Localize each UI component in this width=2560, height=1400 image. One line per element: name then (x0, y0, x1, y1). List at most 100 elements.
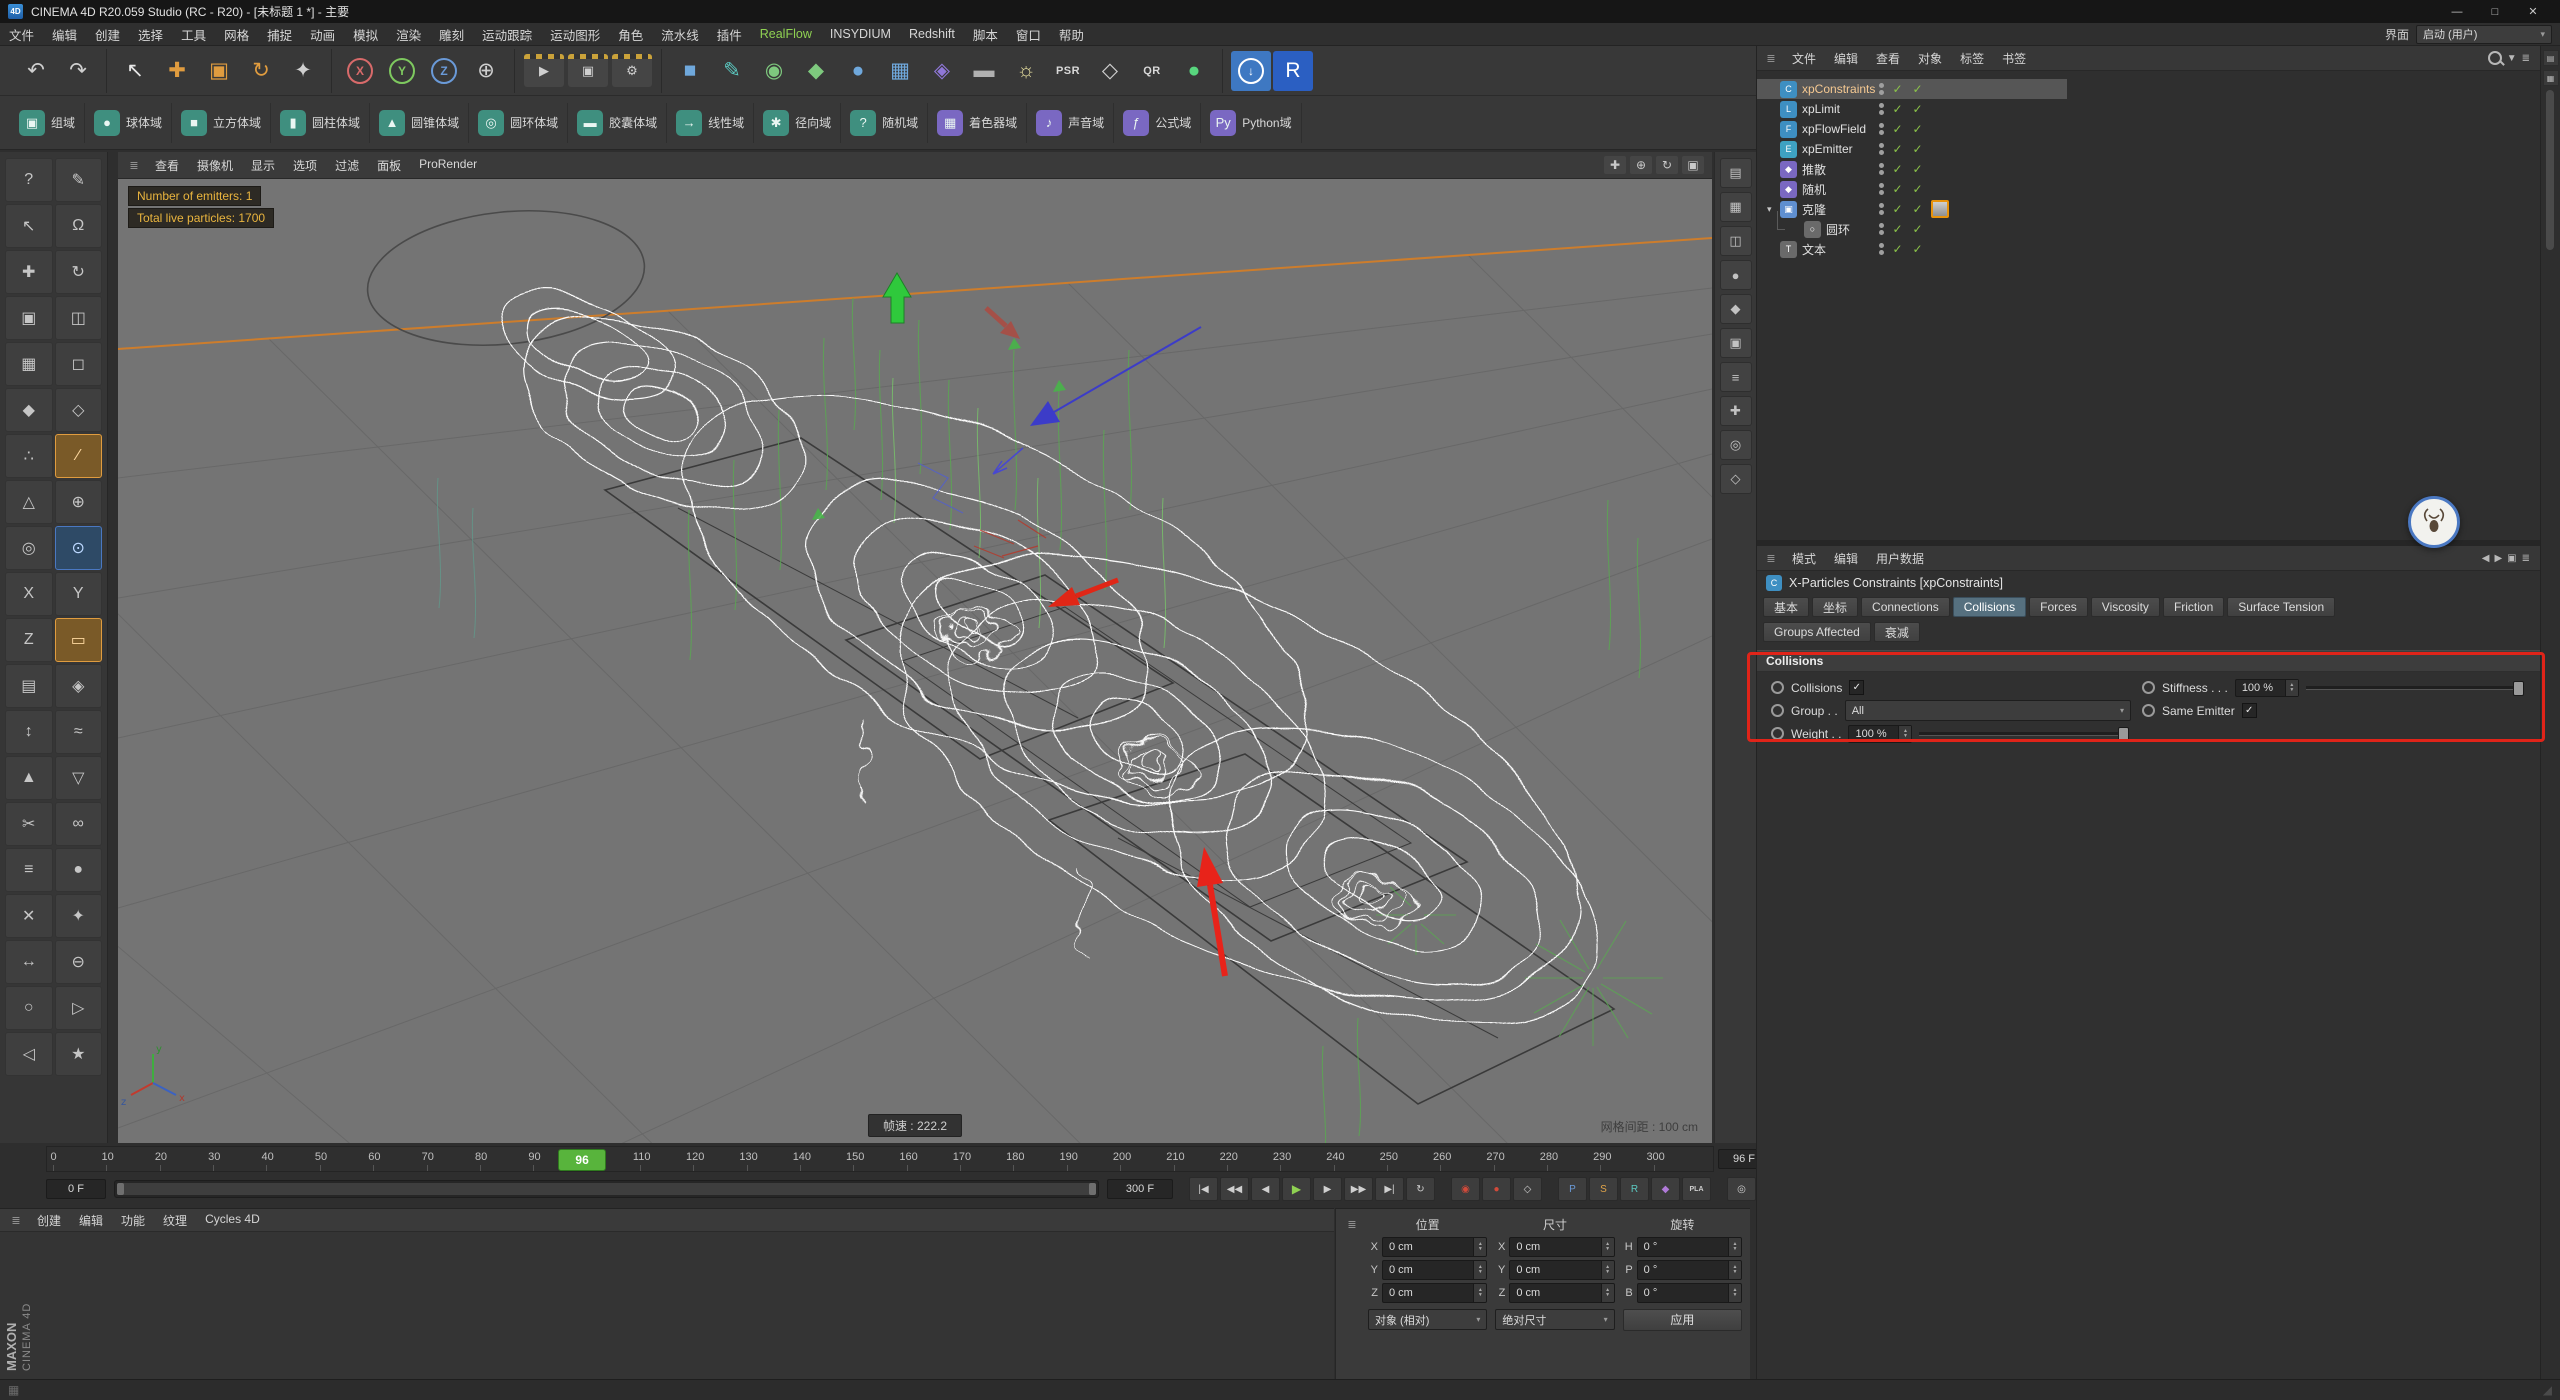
object-name[interactable]: xpConstraints (1802, 82, 1875, 96)
move-axis-icon[interactable]: ✚ (5, 250, 53, 294)
field-button[interactable]: → 线性域 (667, 103, 754, 143)
scale-axis-icon[interactable]: ▣ (5, 296, 53, 340)
layout-select[interactable]: 启动 (用户)▾ (2416, 25, 2552, 44)
size-field[interactable]: 0 cm▲▼ (1509, 1237, 1614, 1257)
undo-icon[interactable]: ↶ (16, 51, 56, 91)
snapshot-icon[interactable]: ▣ (1720, 328, 1752, 358)
goto-start-button[interactable]: |◀ (1189, 1177, 1218, 1201)
menu-item[interactable]: 工具 (172, 23, 215, 45)
object-name[interactable]: xpFlowField (1802, 122, 1866, 136)
am-panel-menu-icon[interactable]: ≣ (2522, 553, 2530, 564)
object-row[interactable]: ◆ 推散 ✓ ✓ (1757, 159, 2067, 179)
timeline-tick[interactable]: 10 (106, 1147, 159, 1171)
menu-item[interactable]: Redshift (900, 23, 964, 45)
lock-x-icon[interactable]: X (5, 572, 53, 616)
object-row[interactable]: ○ 圆环 ✓ ✓ (1757, 219, 2091, 239)
keyframe-circle-icon[interactable] (2142, 704, 2155, 717)
object-name[interactable]: xpEmitter (1802, 142, 1853, 156)
range-bar[interactable] (117, 1183, 1096, 1195)
key-rotation-toggle[interactable]: R (1620, 1177, 1649, 1201)
attribute-tab[interactable]: Forces (2029, 597, 2088, 617)
collisions-checkbox[interactable]: ✓ (1849, 680, 1864, 695)
render-view-icon[interactable]: ▶ (524, 54, 564, 87)
visibility-dots[interactable] (1879, 101, 1884, 117)
key-position-toggle[interactable]: P (1558, 1177, 1587, 1201)
timeline-tick[interactable]: 50 (320, 1147, 373, 1171)
am-back-icon[interactable]: ◀ (2482, 553, 2490, 564)
spinner-icon[interactable]: ▲▼ (1473, 1261, 1486, 1279)
extrude-icon[interactable]: ▲ (5, 756, 53, 800)
timeline-tick[interactable]: 300 (1654, 1147, 1707, 1171)
spinner-icon[interactable]: ▲▼ (1728, 1284, 1741, 1302)
visibility-dots[interactable] (1879, 81, 1884, 97)
field-button[interactable]: ■ 立方体域 (172, 103, 271, 143)
enable-check-2[interactable]: ✓ (1911, 142, 1924, 156)
spinner-icon[interactable]: ▲▼ (1473, 1238, 1486, 1256)
points-mode-icon[interactable]: ∴ (5, 434, 53, 478)
weight-slider[interactable] (1919, 726, 2129, 741)
zoom-view-icon[interactable]: ⊕ (1630, 156, 1652, 174)
field-button[interactable]: ▮ 圆柱体域 (271, 103, 370, 143)
field-button[interactable]: ♪ 声音域 (1027, 103, 1114, 143)
timeline-tick[interactable]: 0 (53, 1147, 106, 1171)
range-end-field[interactable]: 300 F (1107, 1179, 1173, 1199)
spinner-icon[interactable]: ▲▼ (1898, 726, 1911, 742)
slider-handle[interactable] (2513, 681, 2524, 696)
psr-icon[interactable]: PSR (1048, 51, 1088, 91)
xpresso-icon[interactable]: ◎ (1720, 430, 1752, 460)
object-name[interactable]: 克隆 (1802, 201, 1826, 218)
enable-check-2[interactable]: ✓ (1911, 182, 1924, 196)
rotate-axis-icon[interactable]: ↻ (55, 250, 103, 294)
menu-item[interactable]: 运动跟踪 (473, 23, 541, 45)
om-menu-item[interactable]: 对象 (1909, 50, 1951, 67)
maximize-view-icon[interactable]: ▣ (1682, 156, 1704, 174)
optimize-icon[interactable]: ✦ (55, 894, 103, 938)
viewport-menu-item[interactable]: ProRender (410, 157, 486, 174)
object-row[interactable]: L xpLimit ✓ ✓ (1757, 99, 2067, 119)
enable-check-2[interactable]: ✓ (1911, 242, 1924, 256)
stiffness-field[interactable]: 100 %▲▼ (2235, 679, 2299, 697)
array-tool-icon[interactable]: ▦ (880, 51, 920, 91)
maximize-button[interactable]: □ (2476, 0, 2514, 23)
coords-size-dropdown[interactable]: 绝对尺寸▾ (1495, 1309, 1614, 1330)
position-field[interactable]: 0 cm▲▼ (1382, 1260, 1487, 1280)
attribute-tab[interactable]: 基本 (1763, 597, 1809, 617)
phong-icon[interactable]: ◁ (5, 1032, 53, 1076)
enable-axis-icon[interactable]: ⊕ (55, 480, 103, 524)
glass-sphere-icon[interactable]: ● (1174, 51, 1214, 91)
visibility-dots[interactable] (1879, 121, 1884, 137)
workplane-icon[interactable]: ▭ (55, 618, 103, 662)
live-selection-icon[interactable]: ↖ (115, 51, 155, 91)
field-button[interactable]: Py Python域 (1201, 103, 1301, 143)
spinner-icon[interactable]: ▲▼ (1601, 1284, 1614, 1302)
goto-end-button[interactable]: ▶| (1375, 1177, 1404, 1201)
enable-check-2[interactable]: ✓ (1911, 122, 1924, 136)
object-name[interactable]: xpLimit (1802, 102, 1840, 116)
layers-dock-icon[interactable]: ▤ (1720, 158, 1752, 188)
visibility-dots[interactable] (1879, 181, 1884, 197)
menu-item[interactable]: 帮助 (1050, 23, 1093, 45)
position-field[interactable]: 0 cm▲▼ (1382, 1237, 1487, 1257)
normals-icon[interactable]: ▷ (55, 986, 103, 1030)
play-button[interactable]: ▶ (1282, 1177, 1311, 1201)
object-name[interactable]: 文本 (1802, 241, 1826, 258)
brush-icon[interactable]: ✎ (55, 158, 103, 202)
layout-tab-icon[interactable]: ▤ (2543, 50, 2559, 66)
rotation-field[interactable]: 0 °▲▼ (1637, 1260, 1742, 1280)
menu-item[interactable]: 渲染 (387, 23, 430, 45)
preview-range-slider[interactable] (114, 1180, 1099, 1198)
material-menu-item[interactable]: Cycles 4D (196, 1212, 269, 1229)
close-button[interactable]: ✕ (2514, 0, 2552, 23)
timeline-tick[interactable]: 80 (480, 1147, 533, 1171)
take-manager-icon[interactable]: ● (1720, 260, 1752, 290)
key-scale-toggle[interactable]: S (1589, 1177, 1618, 1201)
spline-pen-icon[interactable]: ✎ (712, 51, 752, 91)
spinner-icon[interactable]: ▲▼ (1728, 1238, 1741, 1256)
smooth-icon[interactable]: ≈ (55, 710, 103, 754)
panel-menu-icon[interactable]: ≣ (1763, 551, 1779, 565)
field-button[interactable]: ✱ 径向域 (754, 103, 841, 143)
measure-icon[interactable]: ↔ (5, 940, 53, 984)
stitch-icon[interactable]: ∞ (55, 802, 103, 846)
range-grip-right[interactable] (1089, 1183, 1096, 1195)
spinner-icon[interactable]: ▲▼ (1601, 1261, 1614, 1279)
